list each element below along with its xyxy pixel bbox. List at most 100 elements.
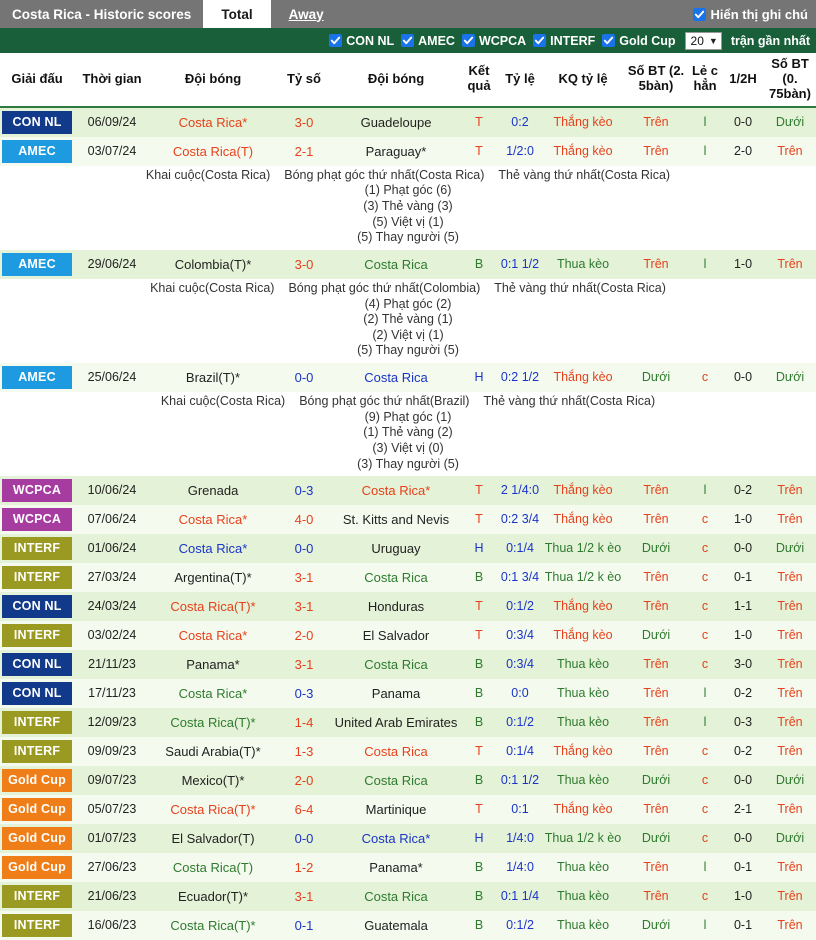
filter-gold-cup[interactable]: Gold Cup bbox=[602, 34, 676, 48]
table-row[interactable]: WCPCA 10/06/24 Grenada 0-3 Costa Rica* T 2 1/4… bbox=[0, 476, 816, 506]
over-under-25: Dưới bbox=[624, 621, 688, 651]
col-away[interactable]: Đội bóng bbox=[332, 53, 460, 108]
table-row[interactable]: INTERF 09/09/23 Saudi Arabia(T)* 1-3 Costa R… bbox=[0, 737, 816, 767]
table-row[interactable]: CON NL 21/11/23 Panama* 3-1 Costa Rica B 0:3/4… bbox=[0, 650, 816, 680]
away-team: Paraguay* bbox=[332, 136, 460, 166]
home-team: Costa Rica* bbox=[150, 621, 276, 651]
league-cell[interactable]: Gold Cup bbox=[0, 795, 74, 825]
league-cell[interactable]: AMEC bbox=[0, 363, 74, 393]
over-under-075: Trên bbox=[764, 621, 816, 651]
checkbox-icon[interactable] bbox=[533, 34, 547, 47]
table-row[interactable]: INTERF 21/06/23 Ecuador(T)* 3-1 Costa Rica B 0… bbox=[0, 882, 816, 912]
tab-away[interactable]: Away bbox=[271, 0, 342, 28]
table-row[interactable]: INTERF 01/06/24 Costa Rica* 0-0 Uruguay H 0:1/… bbox=[0, 534, 816, 564]
odd-even: l bbox=[688, 136, 722, 166]
league-cell[interactable]: CON NL bbox=[0, 650, 74, 680]
table-row[interactable]: Gold Cup 01/07/23 El Salvador(T) 0-0 Costa R… bbox=[0, 824, 816, 854]
col-odds-res[interactable]: KQ tỷ lệ bbox=[542, 53, 624, 108]
league-cell[interactable]: AMEC bbox=[0, 249, 74, 279]
league-badge: INTERF bbox=[2, 885, 72, 909]
league-cell[interactable]: WCPCA bbox=[0, 505, 74, 535]
checkbox-icon[interactable] bbox=[461, 34, 475, 47]
col-ou25[interactable]: Số BT (2. 5bàn) bbox=[624, 53, 688, 108]
league-cell[interactable]: CON NL bbox=[0, 106, 74, 137]
checkbox-icon[interactable] bbox=[401, 34, 415, 47]
league-cell[interactable]: INTERF bbox=[0, 737, 74, 767]
handicap-odds: 0:3/4 bbox=[498, 650, 542, 680]
handicap-result: Thua kèo bbox=[542, 650, 624, 680]
table-row[interactable]: INTERF 03/02/24 Costa Rica* 2-0 El Salvador T… bbox=[0, 621, 816, 651]
league-cell[interactable]: AMEC bbox=[0, 136, 74, 166]
col-home[interactable]: Đội bóng bbox=[150, 53, 276, 108]
table-row[interactable]: CON NL 06/09/24 Costa Rica* 3-0 Guadeloupe T 0… bbox=[0, 106, 816, 137]
league-cell[interactable]: Gold Cup bbox=[0, 853, 74, 883]
col-result[interactable]: Kết quả bbox=[460, 53, 498, 108]
league-cell[interactable]: Gold Cup bbox=[0, 766, 74, 796]
away-team: Costa Rica bbox=[332, 363, 460, 393]
show-notes-toggle[interactable]: Hiển thị ghi chú bbox=[692, 0, 808, 28]
table-row[interactable]: CON NL 17/11/23 Costa Rica* 0-3 Panama B 0:0 Th… bbox=[0, 679, 816, 709]
handicap-odds: 0:1/4 bbox=[498, 534, 542, 564]
table-row[interactable]: AMEC 25/06/24 Brazil(T)* 0-0 Costa Rica H 0:2 … bbox=[0, 363, 816, 393]
col-halftime[interactable]: 1/2H bbox=[722, 53, 764, 108]
home-team: Costa Rica(T)* bbox=[150, 592, 276, 622]
league-badge: Gold Cup bbox=[2, 827, 72, 851]
match-result: H bbox=[460, 824, 498, 854]
league-cell[interactable]: INTERF bbox=[0, 563, 74, 593]
league-cell[interactable]: INTERF bbox=[0, 708, 74, 738]
col-league[interactable]: Giải đấu bbox=[0, 53, 74, 108]
table-row[interactable]: Gold Cup 09/07/23 Mexico(T)* 2-0 Costa Rica B… bbox=[0, 766, 816, 796]
half-time-score: 0-2 bbox=[722, 737, 764, 767]
table-row[interactable]: INTERF 27/03/24 Argentina(T)* 3-1 Costa Rica… bbox=[0, 563, 816, 593]
match-date: 01/06/24 bbox=[74, 534, 150, 564]
table-row[interactable]: AMEC 03/07/24 Costa Rica(T) 2-1 Paraguay* T 1/… bbox=[0, 136, 816, 166]
handicap-odds: 0:2 1/2 bbox=[498, 363, 542, 393]
col-ou075[interactable]: Số BT (0. 75bàn) bbox=[764, 53, 816, 108]
home-team: El Salvador(T) bbox=[150, 824, 276, 854]
filter-con-nl[interactable]: CON NL bbox=[329, 34, 394, 48]
match-result: H bbox=[460, 363, 498, 393]
match-count-select[interactable]: 20 ▼ bbox=[684, 31, 722, 50]
filter-wcpca-label: WCPCA bbox=[478, 33, 527, 48]
table-row[interactable]: CON NL 24/03/24 Costa Rica(T)* 3-1 Honduras T… bbox=[0, 592, 816, 622]
note-heading: Bóng phạt góc thứ nhất(Costa Rica) bbox=[284, 167, 485, 182]
league-cell[interactable]: WCPCA bbox=[0, 476, 74, 506]
checkbox-icon[interactable] bbox=[602, 34, 616, 47]
col-oddeven[interactable]: Lẻ c hẳn bbox=[688, 53, 722, 108]
col-time[interactable]: Thời gian bbox=[74, 53, 150, 108]
checkbox-icon[interactable] bbox=[329, 34, 343, 47]
table-row[interactable]: Gold Cup 05/07/23 Costa Rica(T)* 6-4 Martini… bbox=[0, 795, 816, 825]
league-cell[interactable]: CON NL bbox=[0, 679, 74, 709]
league-cell[interactable]: INTERF bbox=[0, 882, 74, 912]
handicap-odds: 2 1/4:0 bbox=[498, 476, 542, 506]
league-cell[interactable]: INTERF bbox=[0, 534, 74, 564]
league-badge: AMEC bbox=[2, 252, 72, 276]
over-under-25: Trên bbox=[624, 563, 688, 593]
match-count-value: 20 bbox=[690, 33, 704, 48]
match-result: B bbox=[460, 249, 498, 279]
filter-interf[interactable]: INTERF bbox=[533, 34, 595, 48]
match-result: T bbox=[460, 505, 498, 535]
match-note-row: Khai cuộc(Costa Rica) Bóng phạt góc thứ n… bbox=[0, 392, 816, 477]
table-row[interactable]: WCPCA 07/06/24 Costa Rica* 4-0 St. Kitts and… bbox=[0, 505, 816, 535]
table-row[interactable]: Gold Cup 27/06/23 Costa Rica(T) 1-2 Panama* B… bbox=[0, 853, 816, 883]
table-row[interactable]: INTERF 12/09/23 Costa Rica(T)* 1-4 United Ar… bbox=[0, 708, 816, 738]
col-odds[interactable]: Tỷ lệ bbox=[498, 53, 542, 108]
odd-even: c bbox=[688, 621, 722, 651]
league-cell[interactable]: Gold Cup bbox=[0, 824, 74, 854]
note-heading: Khai cuộc(Costa Rica) bbox=[160, 394, 286, 409]
table-row[interactable]: INTERF 16/06/23 Costa Rica(T)* 0-1 Guatemala… bbox=[0, 911, 816, 940]
note-heading-group: Khai cuộc(Costa Rica) Bóng phạt góc thứ n… bbox=[4, 394, 812, 410]
league-cell[interactable]: CON NL bbox=[0, 592, 74, 622]
tab-total[interactable]: Total bbox=[203, 0, 271, 28]
league-cell[interactable]: INTERF bbox=[0, 911, 74, 940]
filter-amec[interactable]: AMEC bbox=[401, 34, 455, 48]
over-under-075: Trên bbox=[764, 136, 816, 166]
table-row[interactable]: AMEC 29/06/24 Colombia(T)* 3-0 Costa Rica B 0:… bbox=[0, 249, 816, 279]
league-cell[interactable]: INTERF bbox=[0, 621, 74, 651]
col-score[interactable]: Tỷ số bbox=[276, 53, 332, 108]
checkbox-icon[interactable] bbox=[692, 7, 706, 21]
match-note-row: Khai cuộc(Costa Rica) Bóng phạt góc thứ n… bbox=[0, 165, 816, 250]
filter-wcpca[interactable]: WCPCA bbox=[461, 33, 527, 48]
match-score: 1-4 bbox=[276, 708, 332, 738]
